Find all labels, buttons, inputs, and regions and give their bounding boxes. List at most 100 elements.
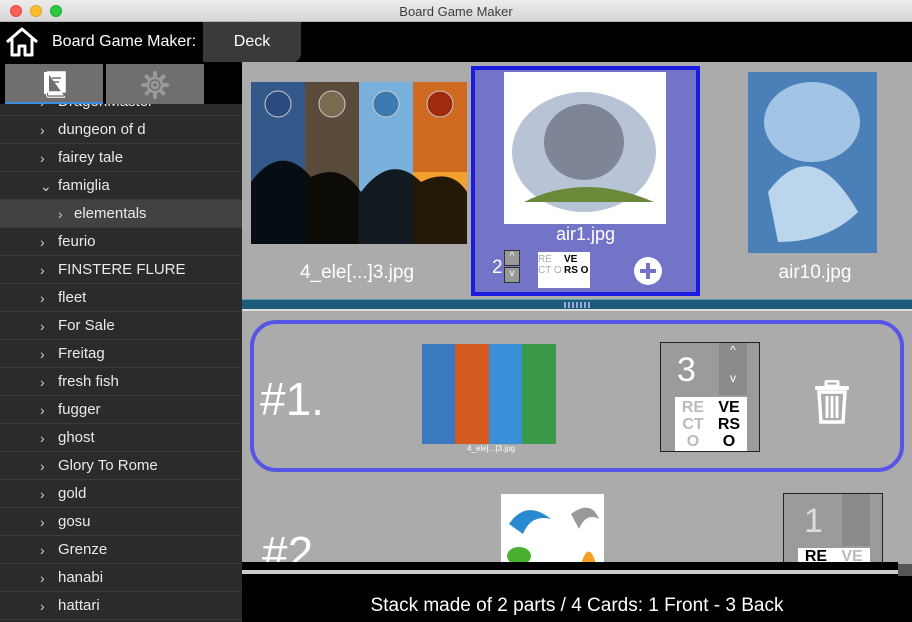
chevron-right-icon[interactable]: › [40, 256, 45, 284]
chevron-down-icon[interactable]: ⌄ [40, 172, 52, 200]
card-image [748, 72, 877, 253]
sidebar-item-label: elementals [74, 205, 147, 222]
sidebar-item[interactable]: › elementals [0, 200, 242, 228]
sidebar-item-label: feurio [58, 233, 96, 250]
gear-icon [141, 71, 169, 99]
part-image[interactable] [422, 344, 556, 444]
sidebar-item[interactable]: › FINSTERE FLURE [0, 256, 242, 284]
sidebar-item[interactable]: › fleet [0, 284, 242, 312]
part-counter: 1 RE VE [783, 493, 883, 562]
window-title: Board Game Maker [399, 4, 513, 19]
tab-deck[interactable]: Deck [203, 22, 301, 62]
sidebar-item[interactable]: › hanabi [0, 564, 242, 592]
sidebar-item[interactable]: ⌄ famiglia [0, 172, 242, 200]
chevron-right-icon[interactable]: › [40, 452, 45, 480]
chevron-right-icon[interactable]: › [40, 536, 45, 564]
chevron-right-icon[interactable]: › [40, 228, 45, 256]
card-filename: air10.jpg [778, 262, 852, 283]
scrollbar-track[interactable] [242, 570, 898, 574]
count-stepper[interactable] [842, 494, 870, 546]
chevron-right-icon[interactable]: › [40, 424, 45, 452]
recto-toggle[interactable]: RE CT O [675, 397, 711, 451]
count-value: 1 [804, 502, 823, 540]
stack-row-selected[interactable]: #1. 4_ele[...]3.jpg 3 ^ v RE CT O VE RS O [250, 320, 904, 472]
part-filename: 4_ele[...]3.jpg [466, 444, 516, 453]
sidebar-item[interactable]: › Freitag [0, 340, 242, 368]
sidebar-item[interactable]: › Glory To Rome [0, 452, 242, 480]
sidebar-item-label: ghost [58, 429, 95, 446]
sidebar-item-label: fleet [58, 289, 87, 306]
status-bar: Stack made of 2 parts / 4 Cards: 1 Front… [242, 576, 912, 622]
sidebar-item[interactable]: › fresh fish [0, 368, 242, 396]
home-icon[interactable] [4, 26, 40, 58]
app-label: Board Game Maker: [52, 33, 197, 50]
horizontal-scrollbar[interactable] [242, 562, 898, 576]
card-thumbnail[interactable]: 4_ele[...]3.jpg [242, 62, 472, 294]
game-tree: ›DragonMaster›dungeon of d›fairey tale⌄f… [0, 88, 242, 620]
sidebar-item[interactable]: › dungeon of d [0, 116, 242, 144]
sidebar-item-label: famiglia [58, 177, 110, 194]
recto-toggle[interactable]: RE [798, 548, 834, 562]
stack-number: #2. [262, 527, 326, 562]
card-filename: 4_ele[...]3.jpg [299, 262, 415, 283]
book-icon [44, 71, 66, 98]
chevron-right-icon[interactable]: › [40, 368, 45, 396]
sidebar: ›DragonMaster›dungeon of d›fairey tale⌄f… [0, 62, 242, 622]
chevron-right-icon[interactable]: › [40, 312, 45, 340]
splitter-grip[interactable] [564, 302, 590, 308]
chevron-right-icon[interactable]: › [40, 592, 45, 620]
app-header: Board Game Maker: Deck [0, 22, 912, 62]
chevron-right-icon[interactable]: › [40, 396, 45, 424]
card-image [251, 82, 467, 244]
verso-toggle[interactable]: VE RS O [564, 252, 590, 288]
chevron-right-icon[interactable]: › [40, 144, 45, 172]
card-filename: air1.jpg [555, 224, 616, 244]
sidebar-item[interactable]: › gold [0, 480, 242, 508]
chevron-right-icon[interactable]: › [40, 284, 45, 312]
trash-icon[interactable] [812, 380, 852, 424]
verso-toggle[interactable]: VE [834, 548, 870, 562]
sidebar-item[interactable]: › fairey tale [0, 144, 242, 172]
sidebar-item-label: dungeon of d [58, 121, 146, 138]
count-stepper[interactable]: ^ v [719, 343, 747, 395]
card-count: 2 [492, 257, 503, 278]
sidebar-item-label: Glory To Rome [58, 457, 158, 474]
count-up-button[interactable]: ^ [504, 250, 520, 266]
chevron-right-icon[interactable]: › [40, 480, 45, 508]
chevron-right-icon[interactable]: › [40, 508, 45, 536]
part-image[interactable] [501, 494, 604, 562]
sidebar-item[interactable]: › fugger [0, 396, 242, 424]
verso-toggle[interactable]: VE RS O [711, 397, 747, 451]
sidebar-item-label: hattari [58, 597, 100, 614]
stack-number: #1. [260, 373, 324, 425]
title-bar: Board Game Maker [0, 0, 912, 22]
sidebar-item[interactable]: › feurio [0, 228, 242, 256]
sidebar-item[interactable]: › Grenze [0, 536, 242, 564]
sidebar-item-label: fresh fish [58, 373, 119, 390]
sidebar-item-label: FINSTERE FLURE [58, 261, 186, 278]
card-thumbnail[interactable]: air10.jpg [700, 62, 912, 294]
sidebar-item[interactable]: › gosu [0, 508, 242, 536]
count-value: 3 [677, 351, 696, 389]
chevron-right-icon[interactable]: › [58, 200, 63, 228]
stack-list: #1. 4_ele[...]3.jpg 3 ^ v RE CT O VE RS O [242, 312, 912, 562]
sidebar-item-label: hanabi [58, 569, 104, 586]
stack-row[interactable]: #2. 1 RE VE [242, 488, 912, 562]
count-down-button[interactable]: v [504, 267, 520, 283]
sidebar-item[interactable]: › hattari [0, 592, 242, 620]
chevron-right-icon[interactable]: › [40, 116, 45, 144]
recto-toggle[interactable]: RE CT O [538, 252, 564, 288]
sidebar-item-label: gold [58, 485, 87, 502]
tab-library[interactable] [5, 64, 103, 104]
chevron-right-icon[interactable]: › [40, 340, 45, 368]
part-counter: 3 ^ v RE CT O VE RS O [660, 342, 760, 452]
sidebar-item-label: Freitag [58, 345, 105, 362]
card-thumbnail-selected[interactable]: air1.jpg 2 ^ v RE CT O VE RS O [471, 66, 700, 296]
plus-circle-icon[interactable] [633, 256, 663, 286]
chevron-right-icon[interactable]: › [40, 564, 45, 592]
sidebar-item[interactable]: › For Sale [0, 312, 242, 340]
pane-splitter[interactable] [242, 299, 912, 311]
sidebar-item-label: Grenze [58, 541, 108, 558]
sidebar-item[interactable]: › ghost [0, 424, 242, 452]
tab-settings[interactable] [106, 64, 204, 104]
